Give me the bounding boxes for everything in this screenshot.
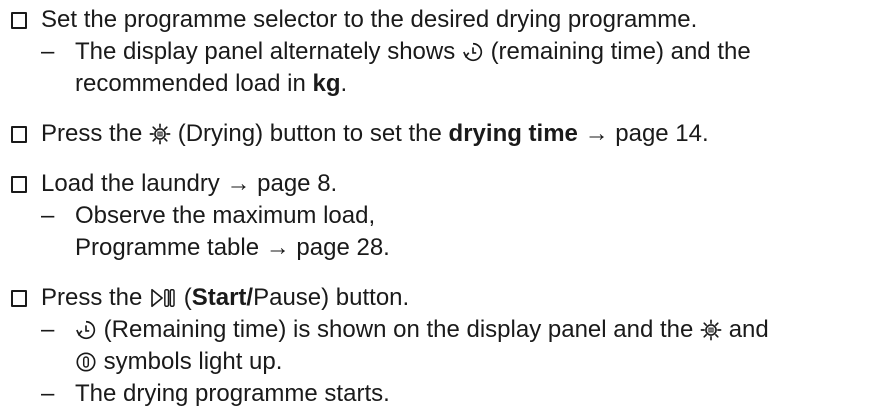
step-text: Pause) button. (253, 284, 410, 311)
substep-text: (Remaining time) is shown on the display… (103, 316, 694, 343)
drying-sun-icon (149, 123, 171, 145)
start-pause-icon (149, 287, 177, 309)
door-lock-icon (75, 351, 97, 373)
step-press-start: Press the (Start/Pause) button. – (Remai… (8, 282, 891, 410)
drying-sun-icon (700, 319, 722, 341)
substep-text: Observe the maximum load, (75, 202, 376, 229)
checkbox-bullet-icon (11, 176, 27, 193)
instruction-page: Set the programme selector to the desire… (0, 0, 891, 408)
step-text: ( (183, 284, 192, 311)
step-bold-text: Start/ (191, 284, 254, 311)
substep-display-info: – The display panel alternately shows (r… (41, 36, 891, 100)
step-text: Press the (41, 284, 143, 311)
substep-text: The display panel alternately shows (75, 38, 456, 65)
substep-text: recommended load in (75, 70, 306, 97)
substep-text: . (340, 70, 348, 97)
substep-text: The drying programme starts. (75, 380, 390, 407)
step-load-laundry: Load the laundry → page 8. – Observe the… (8, 168, 891, 264)
step-text: Press the (41, 120, 143, 147)
remaining-time-icon (462, 41, 484, 63)
checkbox-bullet-icon (11, 126, 27, 143)
checkbox-bullet-icon (11, 12, 27, 29)
substep-text: symbols light up. (103, 348, 283, 375)
checkbox-bullet-icon (11, 290, 27, 307)
substep-text: Programme table → page 28. (75, 234, 390, 261)
remaining-time-icon (75, 319, 97, 341)
dash-bullet: – (41, 316, 55, 343)
dash-bullet: – (41, 38, 55, 65)
substep-programme-starts: – The drying programme starts. (41, 378, 891, 410)
substep-remaining-time: – (Remaining time) is shown on the displ… (41, 314, 891, 378)
step-text: (Drying) button to set the (177, 120, 442, 147)
step-bold-text: drying time (448, 120, 578, 147)
substep-text: and (728, 316, 769, 343)
substep-max-load: – Observe the maximum load, Programme ta… (41, 200, 891, 264)
step-text: Load the laundry → page 8. (41, 170, 338, 197)
step-text: Set the programme selector to the desire… (41, 6, 698, 33)
substep-text: (remaining time) and the (490, 38, 751, 65)
page-reference: → page 14. (584, 120, 709, 147)
dash-bullet: – (41, 380, 55, 407)
dash-bullet: – (41, 202, 55, 229)
step-select-programme: Set the programme selector to the desire… (8, 4, 891, 100)
step-set-drying-time: Press the (Drying) button to set the dry… (8, 118, 891, 150)
substep-bold-unit: kg (312, 70, 341, 97)
